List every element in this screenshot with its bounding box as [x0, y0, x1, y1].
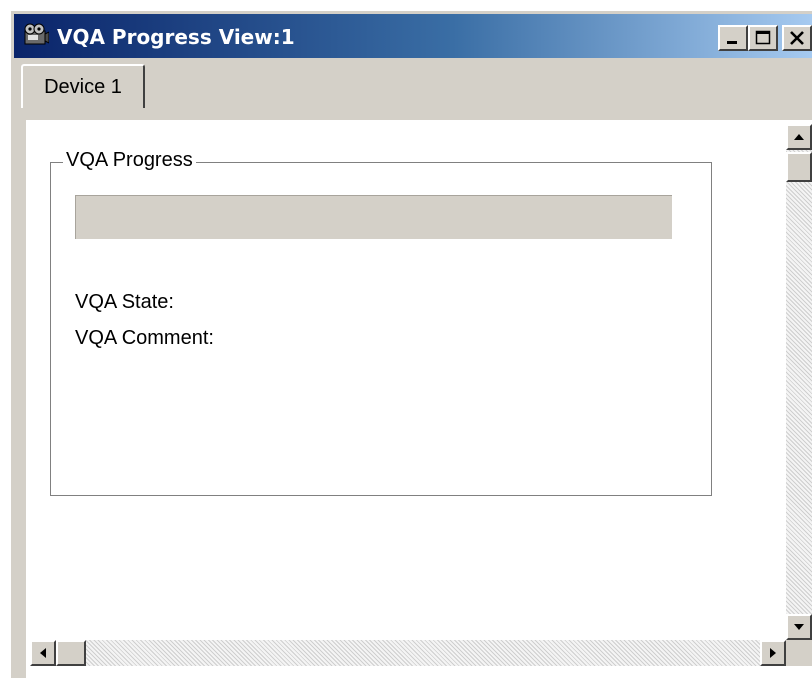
tab-device-1[interactable]: Device 1: [21, 64, 145, 108]
vqa-progress-bar: [75, 195, 672, 239]
horizontal-scroll-thumb[interactable]: [56, 640, 86, 666]
maximize-icon: [755, 30, 771, 45]
minimize-button[interactable]: [718, 25, 748, 51]
arrow-up-icon: [794, 134, 804, 140]
app-window: VQA Progress View:1 Device 1 VQA Progres…: [11, 11, 812, 679]
vqa-progress-group: VQA Progress VQA State: VQA Comment:: [50, 149, 712, 496]
vqa-state-label: VQA State:: [75, 291, 174, 313]
tab-strip: Device 1: [14, 60, 812, 116]
vqa-comment-label: VQA Comment:: [75, 327, 214, 349]
arrow-down-icon: [794, 624, 804, 630]
minimize-icon: [727, 41, 737, 44]
scroll-left-button[interactable]: [30, 640, 56, 666]
maximize-button[interactable]: [748, 25, 778, 51]
scroll-down-button[interactable]: [786, 614, 812, 640]
scroll-up-button[interactable]: [786, 124, 812, 150]
close-icon: [790, 31, 804, 45]
arrow-right-icon: [770, 648, 776, 658]
vertical-scroll-thumb[interactable]: [786, 152, 812, 182]
vertical-scrollbar[interactable]: [786, 124, 812, 640]
camera-icon[interactable]: [23, 23, 50, 47]
title-bar[interactable]: VQA Progress View:1: [14, 14, 812, 58]
scroll-right-button[interactable]: [760, 640, 786, 666]
client-area: VQA Progress VQA State: VQA Comment:: [26, 120, 812, 679]
group-title: VQA Progress: [63, 149, 196, 172]
horizontal-scrollbar[interactable]: [30, 640, 786, 666]
arrow-left-icon: [40, 648, 46, 658]
close-button[interactable]: [782, 25, 812, 51]
tab-label: Device 1: [44, 75, 122, 98]
scrollbar-corner: [786, 640, 812, 666]
window-title: VQA Progress View:1: [57, 25, 295, 49]
